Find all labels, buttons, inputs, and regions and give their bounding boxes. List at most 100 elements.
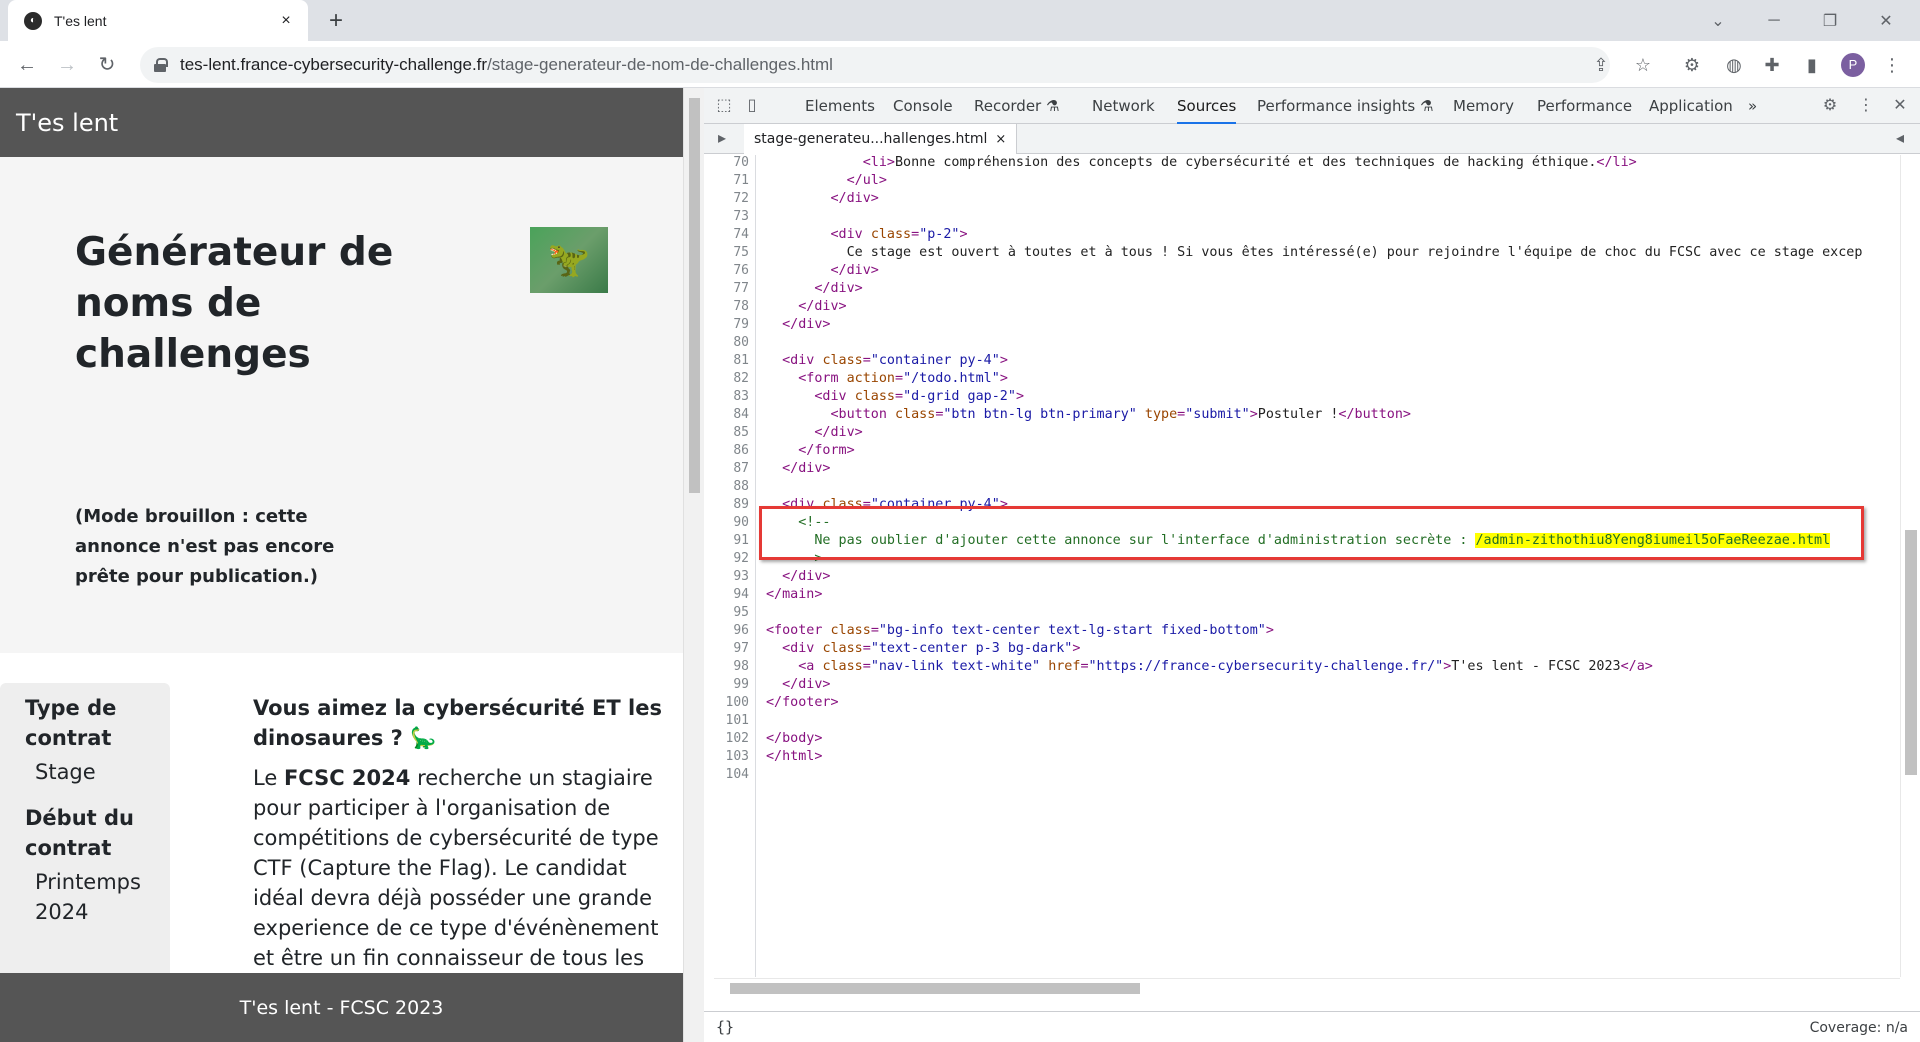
inspect-element-icon[interactable]: ⬚ [714, 97, 734, 115]
line-number[interactable]: 100 [726, 695, 749, 710]
editor-hscroll-thumb[interactable] [730, 983, 1140, 994]
brand-link[interactable]: T'es lent [16, 109, 118, 137]
source-file-name: stage-generateu...hallenges.html [754, 131, 988, 147]
line-number[interactable]: 86 [733, 443, 749, 458]
line-number[interactable]: 104 [726, 767, 749, 782]
line-number-gutter: 70 71 72 73 74 75 76 77 78 79 80 81 82 83 84 85 86 87 88 89… [704, 155, 756, 977]
source-editor[interactable]: 70 71 72 73 74 75 76 77 78 79 80 81 82 83 84 85 86 87 88 89… [704, 155, 1920, 977]
line-number[interactable]: 94 [733, 587, 749, 602]
code-line: <li>Bonne compréhension des concepts de … [766, 155, 1637, 170]
line-number[interactable]: 78 [733, 299, 749, 314]
browser-menu-icon[interactable]: ⋮ [1880, 53, 1904, 77]
code-area[interactable]: <li>Bonne compréhension des concepts de … [766, 155, 1896, 977]
code-href: "https://france-cybersecurity-challenge.… [1088, 659, 1444, 674]
minimize-button[interactable]: ─ [1746, 0, 1802, 41]
line-number[interactable]: 81 [733, 353, 749, 368]
extension-globe-icon[interactable]: ◍ [1722, 53, 1746, 77]
line-number[interactable]: 70 [733, 155, 749, 170]
line-number[interactable]: 93 [733, 569, 749, 584]
side-panel-icon[interactable]: ▮ [1800, 53, 1824, 77]
line-number[interactable]: 83 [733, 389, 749, 404]
forward-icon[interactable]: → [53, 51, 81, 79]
page-scroll-thumb[interactable] [689, 98, 700, 493]
line-number[interactable]: 71 [733, 173, 749, 188]
close-devtools-icon[interactable]: ✕ [1890, 97, 1910, 115]
navigator-toggle-icon[interactable]: ▸ [712, 130, 732, 148]
line-number[interactable]: 89 [733, 497, 749, 512]
tab-application[interactable]: Application [1649, 88, 1733, 124]
line-number[interactable]: 96 [733, 623, 749, 638]
code-line: </main> [766, 587, 823, 602]
code-line: <div class="container py-4"> [782, 353, 1008, 368]
page-scrollbar[interactable] [683, 88, 704, 1042]
line-number[interactable]: 82 [733, 371, 749, 386]
tab-elements[interactable]: Elements [805, 88, 875, 124]
pretty-print-button[interactable]: {} [716, 1018, 734, 1036]
line-number[interactable]: 95 [733, 605, 749, 620]
line-number[interactable]: 75 [733, 245, 749, 260]
debugger-toggle-icon[interactable]: ◂ [1890, 130, 1910, 148]
footer-link[interactable]: T'es lent - FCSC 2023 [240, 997, 444, 1019]
line-number[interactable]: 80 [733, 335, 749, 350]
address-bar[interactable]: tes-lent.france-cybersecurity-challenge.… [140, 47, 1610, 83]
tab-title: T'es lent [54, 12, 107, 29]
tab-performance-insights[interactable]: Performance insights ⚗ [1257, 88, 1433, 124]
line-number[interactable]: 103 [726, 749, 749, 764]
line-number[interactable]: 87 [733, 461, 749, 476]
editor-vertical-scrollbar[interactable] [1900, 155, 1920, 977]
line-number[interactable]: 102 [726, 731, 749, 746]
line-number[interactable]: 92 [733, 551, 749, 566]
code-line: <form action="/todo.html"> [798, 371, 1008, 386]
line-number[interactable]: 72 [733, 191, 749, 206]
line-number[interactable]: 99 [733, 677, 749, 692]
tab-recorder[interactable]: Recorder ⚗ [974, 88, 1059, 124]
page-footer: T'es lent - FCSC 2023 [0, 973, 683, 1042]
editor-scroll-thumb[interactable] [1905, 530, 1917, 775]
line-number[interactable]: 88 [733, 479, 749, 494]
highlight-annotation-box [759, 506, 1864, 560]
line-number[interactable]: 73 [733, 209, 749, 224]
job-content: Type de contrat Stage Début du contrat P… [0, 653, 683, 983]
line-number[interactable]: 91 [733, 533, 749, 548]
extensions-puzzle-icon[interactable]: ✚ [1760, 53, 1784, 77]
extension-gear-icon[interactable]: ⚙ [1680, 53, 1704, 77]
device-toolbar-icon[interactable]: ▯ [742, 97, 762, 115]
tab-network[interactable]: Network [1092, 88, 1155, 124]
settings-gear-icon[interactable]: ⚙ [1820, 97, 1840, 115]
contract-type-label: Type de contrat [25, 696, 117, 750]
devtools-menu-icon[interactable]: ⋮ [1856, 97, 1876, 115]
line-number[interactable]: 85 [733, 425, 749, 440]
line-number[interactable]: 76 [733, 263, 749, 278]
code-line: </div> [782, 317, 831, 332]
source-file-tab[interactable]: stage-generateu...hallenges.html × [744, 124, 1018, 154]
tab-sources[interactable]: Sources [1177, 88, 1237, 124]
line-number[interactable]: 98 [733, 659, 749, 674]
tab-memory[interactable]: Memory [1453, 88, 1514, 124]
line-number[interactable]: 79 [733, 317, 749, 332]
line-number[interactable]: 90 [733, 515, 749, 530]
line-number[interactable]: 97 [733, 641, 749, 656]
reload-icon[interactable]: ↻ [93, 51, 121, 79]
tab-performance[interactable]: Performance [1537, 88, 1632, 124]
new-tab-button[interactable]: + [322, 8, 350, 36]
restore-button[interactable]: ❐ [1802, 0, 1858, 41]
browser-toolbar: ← → ↻ tes-lent.france-cybersecurity-chal… [0, 41, 1920, 88]
editor-horizontal-scrollbar[interactable] [714, 978, 1900, 996]
line-number[interactable]: 84 [733, 407, 749, 422]
tab-close-icon[interactable]: × [276, 12, 296, 30]
line-number[interactable]: 101 [726, 713, 749, 728]
file-tab-close-icon[interactable]: × [995, 132, 1006, 147]
line-number[interactable]: 77 [733, 281, 749, 296]
more-tabs-icon[interactable]: » [1748, 88, 1757, 124]
line-number[interactable]: 74 [733, 227, 749, 242]
close-window-button[interactable]: ✕ [1858, 0, 1914, 41]
code-text: Bonne compréhension des concepts de cybe… [895, 155, 1597, 170]
browser-tab[interactable]: ◐ T'es lent × [8, 0, 308, 41]
back-icon[interactable]: ← [13, 51, 41, 79]
profile-avatar[interactable]: P [1841, 53, 1865, 77]
share-icon[interactable]: ⇪ [1589, 53, 1613, 77]
lock-icon [154, 58, 168, 72]
bookmark-star-icon[interactable]: ☆ [1631, 53, 1655, 77]
tab-console[interactable]: Console [893, 88, 953, 124]
tab-search-icon[interactable]: ⌄ [1690, 0, 1746, 41]
